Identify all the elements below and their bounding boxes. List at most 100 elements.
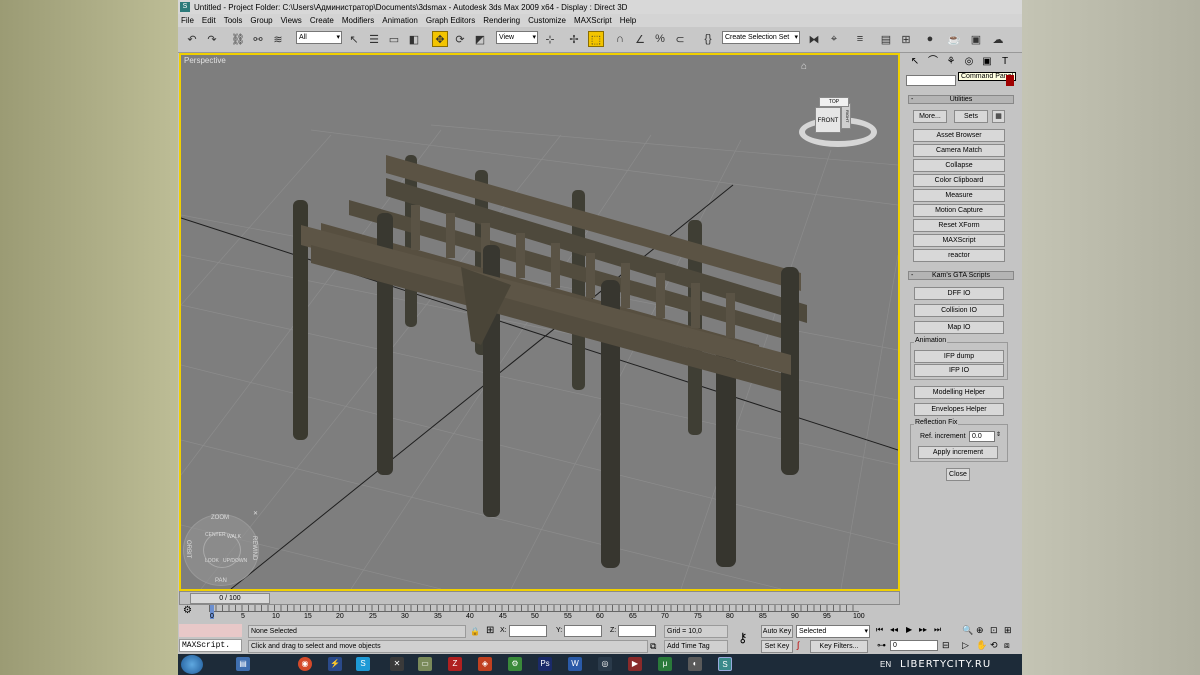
menu-modifiers[interactable]: Modifiers xyxy=(342,16,374,25)
quick-render-icon[interactable]: ☁ xyxy=(990,31,1006,47)
menu-maxscript[interactable]: MAXScript xyxy=(574,16,612,25)
bind-to-space-warp-icon[interactable]: ≋ xyxy=(270,31,286,47)
winamp-taskbar-icon[interactable]: ⚡ xyxy=(328,657,342,671)
python-taskbar-icon[interactable]: ⚙ xyxy=(508,657,522,671)
app-icon[interactable]: S xyxy=(180,2,190,12)
motion-tab-icon[interactable]: ◎ xyxy=(960,55,978,69)
time-configuration-icon[interactable]: ⊟ xyxy=(942,640,950,651)
key-mode-toggle-icon[interactable]: ⊶ xyxy=(877,640,886,651)
set-key-button[interactable]: Set Key xyxy=(761,640,793,653)
menu-group[interactable]: Group xyxy=(250,16,272,25)
camera-match-button[interactable]: Camera Match xyxy=(913,144,1005,157)
collision-io-button[interactable]: Collision IO xyxy=(914,304,1004,317)
envelopes-helper-button[interactable]: Envelopes Helper xyxy=(914,403,1004,416)
select-and-manipulate-icon[interactable]: ✢ xyxy=(566,31,582,47)
ifp-dump-button[interactable]: IFP dump xyxy=(914,350,1004,363)
menu-create[interactable]: Create xyxy=(310,16,334,25)
select-object-icon[interactable]: ↖ xyxy=(346,31,362,47)
chrome-taskbar-icon[interactable]: ◉ xyxy=(298,657,312,671)
field-of-view-icon[interactable]: ▷ xyxy=(962,640,969,651)
select-and-scale-icon[interactable]: ◩ xyxy=(472,31,488,47)
zoom-icon[interactable]: 🔍 xyxy=(962,625,973,636)
viewcube-top[interactable]: TOP xyxy=(819,97,849,107)
perspective-viewport[interactable]: Perspective ⌂ FRONT RIGHT TOP ZOOM ORBIT… xyxy=(179,53,900,591)
maximize-viewport-icon[interactable]: ⧈ xyxy=(1004,640,1010,651)
layer-manager-icon[interactable]: ≡ xyxy=(852,31,868,47)
wheel-pan[interactable]: PAN xyxy=(215,578,227,584)
material-editor-icon[interactable]: ● xyxy=(922,31,938,47)
menu-views[interactable]: Views xyxy=(281,16,302,25)
lock-selection-icon[interactable]: 🔒 xyxy=(470,627,480,636)
color-clipboard-button[interactable]: Color Clipboard xyxy=(913,174,1005,187)
utilities-rollout-header[interactable]: - Utilities xyxy=(908,95,1014,104)
display-tab-icon[interactable]: ▣ xyxy=(978,55,996,69)
collapse-button[interactable]: Collapse xyxy=(913,159,1005,172)
pivot-center-icon[interactable]: ⊹ xyxy=(542,31,558,47)
dff-io-button[interactable]: DFF IO xyxy=(914,287,1004,300)
wheel-zoom[interactable]: ZOOM xyxy=(211,515,229,521)
percent-snap-icon[interactable]: % xyxy=(652,31,668,47)
map-io-button[interactable]: Map IO xyxy=(914,321,1004,334)
wheel-close-icon[interactable]: ✕ xyxy=(253,510,258,517)
utilities-tab-icon[interactable]: T xyxy=(996,55,1014,69)
start-button[interactable] xyxy=(181,655,203,674)
default-tangents-icon[interactable]: ∫ xyxy=(797,640,799,650)
play-icon[interactable]: ▶ xyxy=(906,625,912,634)
sets-button[interactable]: Sets xyxy=(954,110,988,123)
zoom-all-icon[interactable]: ⊕ xyxy=(976,625,984,636)
angle-snap-icon[interactable]: ∠ xyxy=(632,31,648,47)
maxscript-button[interactable]: MAXScript xyxy=(913,234,1005,247)
time-slider-thumb[interactable]: 0 / 100 xyxy=(190,593,270,604)
curve-editor-icon[interactable]: ▤ xyxy=(878,31,894,47)
redo-icon[interactable]: ↷ xyxy=(204,31,220,47)
menu-animation[interactable]: Animation xyxy=(382,16,418,25)
schematic-view-icon[interactable]: ⊞ xyxy=(898,31,914,47)
reset-xform-button[interactable]: Reset XForm xyxy=(913,219,1005,232)
menu-tools[interactable]: Tools xyxy=(224,16,243,25)
wheel-rewind[interactable]: REWIND xyxy=(251,536,257,560)
align-icon[interactable]: ⌖ xyxy=(826,31,842,47)
skype-taskbar-icon[interactable]: S xyxy=(356,657,370,671)
photoshop-taskbar-icon[interactable]: Ps xyxy=(538,657,552,671)
spinner-arrows-icon[interactable]: ⇕ xyxy=(996,431,1001,438)
pan-view-icon[interactable]: ✋ xyxy=(976,640,987,651)
folder-taskbar-icon[interactable]: ▭ xyxy=(418,657,432,671)
menu-rendering[interactable]: Rendering xyxy=(483,16,520,25)
utorrent-taskbar-icon[interactable]: μ xyxy=(658,657,672,671)
3dsmax-taskbar-icon[interactable]: S xyxy=(718,657,732,671)
steering-wheel[interactable]: ZOOM ORBIT REWIND PAN CENTER WALK LOOK U… xyxy=(183,510,263,588)
render-setup-icon[interactable]: ☕ xyxy=(946,31,962,47)
ifp-io-button[interactable]: IFP IO xyxy=(914,364,1004,377)
go-to-start-icon[interactable]: ⏮ xyxy=(876,625,883,635)
explorer-taskbar-icon[interactable]: ▤ xyxy=(236,657,250,671)
window-crossing-icon[interactable]: ◧ xyxy=(406,31,422,47)
more-button[interactable]: More... xyxy=(913,110,947,123)
ref-increment-spinner[interactable]: 0.0 xyxy=(969,431,995,442)
hierarchy-tab-icon[interactable]: ⚘ xyxy=(942,55,960,69)
language-indicator[interactable]: EN xyxy=(880,660,891,669)
select-by-name-icon[interactable]: ☰ xyxy=(366,31,382,47)
zoom-extents-all-icon[interactable]: ⊞ xyxy=(1004,625,1012,636)
media-taskbar-icon[interactable]: ▶ xyxy=(628,657,642,671)
undo-icon[interactable]: ↶ xyxy=(184,31,200,47)
modelling-helper-button[interactable]: Modelling Helper xyxy=(914,386,1004,399)
key-filters-button[interactable]: Key Filters... xyxy=(810,640,868,653)
menu-graph-editors[interactable]: Graph Editors xyxy=(426,16,475,25)
steam-taskbar-icon[interactable]: ◎ xyxy=(598,657,612,671)
add-time-tag[interactable]: Add Time Tag xyxy=(664,640,728,653)
rendered-frame-window-icon[interactable]: ▣ xyxy=(968,31,984,47)
viewcube[interactable]: FRONT RIGHT TOP xyxy=(797,95,879,159)
app-taskbar-icon[interactable]: ◈ xyxy=(478,657,492,671)
maxscript-listener-pink[interactable] xyxy=(179,624,242,637)
menu-edit[interactable]: Edit xyxy=(202,16,216,25)
wheel-updown[interactable]: UP/DOWN xyxy=(223,558,247,564)
object-color-swatch[interactable] xyxy=(1006,75,1014,86)
unlink-selection-icon[interactable]: ⚯ xyxy=(250,31,266,47)
measure-button[interactable]: Measure xyxy=(913,189,1005,202)
reference-coordinate-dropdown[interactable]: View xyxy=(496,31,538,44)
tool-taskbar-icon[interactable]: ✕ xyxy=(390,657,404,671)
next-frame-icon[interactable]: ▸▸ xyxy=(919,625,927,634)
create-tab-icon[interactable]: ↖ xyxy=(906,55,924,69)
edit-named-selection-icon[interactable]: {} xyxy=(700,31,716,47)
wheel-look[interactable]: LOOK xyxy=(205,558,219,564)
